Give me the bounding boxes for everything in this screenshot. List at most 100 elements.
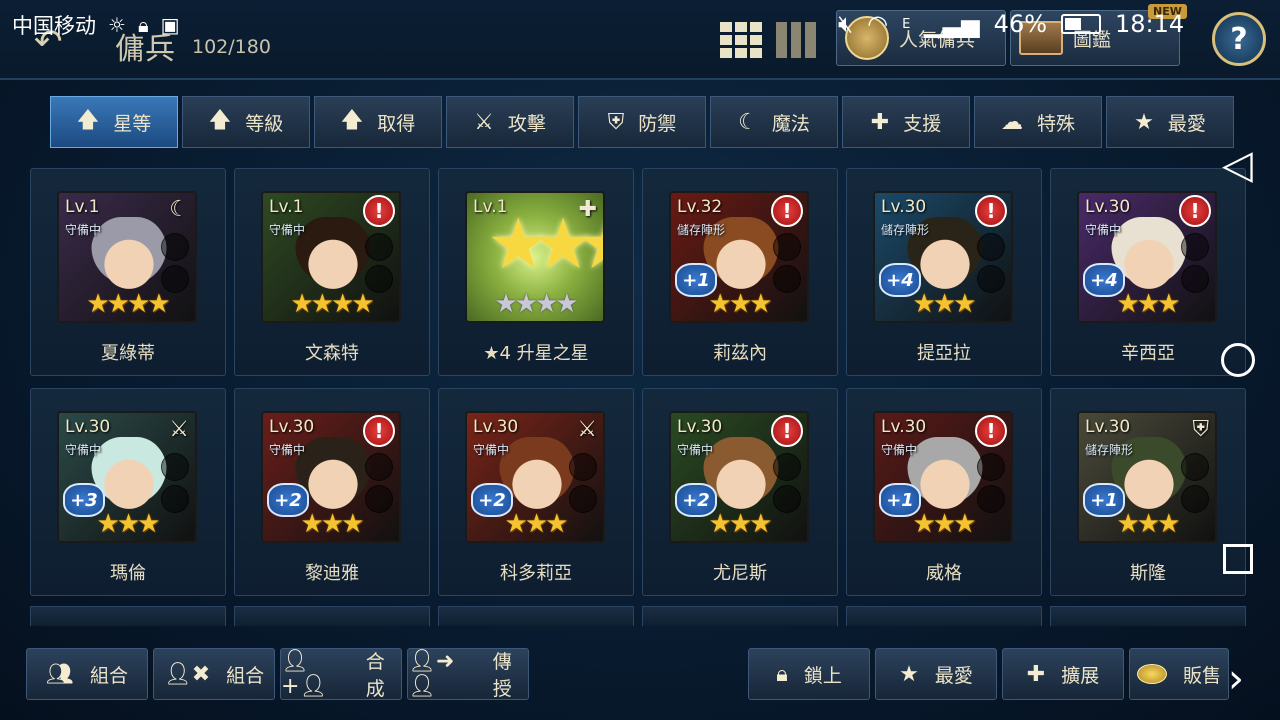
tab-5[interactable]: ☾ 魔法 [710, 96, 838, 148]
help-button[interactable]: ? [1212, 12, 1266, 66]
level-label: Lv.30 [881, 417, 927, 437]
sword-icon: ⚔ [577, 417, 597, 442]
mercenary-portrait: Lv.30 守備中 ⚔ +3 ★★★ [57, 411, 197, 543]
status-label: 守備中 [269, 223, 306, 237]
mercenary-name: 瑪倫 [110, 563, 146, 584]
nav-recent-apps-icon[interactable] [1223, 544, 1253, 574]
wifi-icon: ◠ [867, 10, 889, 38]
alert-icon: ! [771, 415, 803, 447]
fuse-icon: 👤︎+👤︎ [281, 649, 328, 699]
level-label: Lv.30 [269, 417, 315, 437]
mercenary-card[interactable]: Lv.30 守備中 ⚔ +2 ★★★ 科多莉亞 [438, 388, 634, 596]
star-rating: ★★★★ [86, 289, 170, 319]
mercenary-name: 莉茲內 [713, 343, 767, 364]
mercenary-card[interactable]: Lv.1 守備中 ☾ ★★★★ 夏綠蒂 [30, 168, 226, 376]
expand-button[interactable]: ✚ 擴展 [1002, 648, 1124, 700]
arrow-up-icon: 🡅 [76, 108, 100, 133]
sell-button[interactable]: 販售 [1129, 648, 1229, 700]
equipment-slots [1181, 453, 1209, 513]
alert-icon: ! [363, 415, 395, 447]
tab-label: 取得 [377, 112, 416, 135]
mercenary-name: ★4 升星之星 [483, 343, 589, 364]
teach-button[interactable]: 👤︎➜👤︎ 傳授 [407, 648, 529, 700]
status-label: 儲存陣形 [1085, 443, 1134, 457]
grid-view-icon[interactable] [720, 22, 762, 58]
mercenary-portrait: Lv.30 守備中 ⚔ +2 ★★★ [465, 411, 605, 543]
status-bar-right: 🔇︎ ◠ E ▁▃▅ 46% 18:14 [838, 10, 1184, 38]
level-label: Lv.1 [269, 197, 304, 217]
equipment-slots [773, 233, 801, 293]
card-partial [846, 606, 1042, 626]
mercenary-card[interactable]: Lv.30 守備中! +4 ★★★ 辛西亞 [1050, 168, 1246, 376]
mercenary-name: 斯隆 [1130, 563, 1166, 584]
shield-icon: ⛨ [1192, 417, 1209, 442]
lock-icon: 🔒︎ [776, 661, 788, 687]
alert-icon: ! [975, 415, 1007, 447]
star-rating: ★★★ [1116, 509, 1181, 539]
tab-2[interactable]: 🡅 取得 [314, 96, 442, 148]
equipment-slots [977, 453, 1005, 513]
mercenary-portrait: Lv.30 守備中! +4 ★★★ [1077, 191, 1217, 323]
combo-button-1[interactable]: 👥︎ 組合 [26, 648, 148, 700]
alert-icon: ! [771, 195, 803, 227]
level-label: Lv.30 [881, 197, 927, 217]
lock-button[interactable]: 🔒︎ 鎖上 [748, 648, 870, 700]
mercenary-name: 提亞拉 [917, 343, 971, 364]
equipment-slots [1181, 233, 1209, 293]
tab-label: 防禦 [638, 112, 677, 135]
plus-icon: ✚ [1026, 661, 1046, 687]
star-icon: ★ [899, 661, 919, 687]
alert-icon: ! [1179, 195, 1211, 227]
status-label: 守備中 [65, 223, 102, 237]
teach-label: 傳授 [492, 651, 512, 700]
network-type: E [902, 16, 911, 32]
fuse-button[interactable]: 👤︎+👤︎ 合成 [280, 648, 402, 700]
support-icon: ✚ [578, 197, 597, 222]
nav-home-icon[interactable] [1221, 343, 1255, 377]
mercenary-card[interactable]: Lv.32 儲存陣形! +1 ★★★ 莉茲內 [642, 168, 838, 376]
mercenary-portrait: Lv.1 守備中! ★★★★ [261, 191, 401, 323]
mercenary-card[interactable]: ★★★Lv.1✚★★★★ ★4 升星之星 [438, 168, 634, 376]
tab-0[interactable]: 🡅 星等 [50, 96, 178, 148]
mercenary-card[interactable]: Lv.30 守備中! +2 ★★★ 尤尼斯 [642, 388, 838, 596]
mercenary-card[interactable]: Lv.30 守備中! +1 ★★★ 威格 [846, 388, 1042, 596]
signal-icon: ▁▃▅ [924, 10, 980, 38]
sword-icon: ⚔ [169, 417, 189, 442]
equipment-slots [977, 233, 1005, 293]
mercenary-card[interactable]: Lv.1 守備中! ★★★★ 文森特 [234, 168, 430, 376]
favorite-button[interactable]: ★ 最愛 [875, 648, 997, 700]
clock: 18:14 [1115, 10, 1185, 38]
equipment-slots [365, 233, 393, 293]
lock-label: 鎖上 [803, 664, 842, 687]
nav-back-icon[interactable]: ◁ [1222, 142, 1253, 188]
star-rating: ★★★ [708, 289, 773, 319]
sword-icon: ⚔ [474, 109, 494, 135]
arrow-up-icon: 🡅 [208, 108, 232, 133]
mercenary-card[interactable]: Lv.30 儲存陣形! +4 ★★★ 提亞拉 [846, 168, 1042, 376]
mercenary-card[interactable]: Lv.30 守備中 ⚔ +3 ★★★ 瑪倫 [30, 388, 226, 596]
mercenary-card[interactable]: Lv.30 守備中! +2 ★★★ 黎迪雅 [234, 388, 430, 596]
list-view-icon[interactable] [776, 22, 817, 58]
mercenary-name: 威格 [926, 563, 962, 584]
tab-3[interactable]: ⚔ 攻擊 [446, 96, 574, 148]
combo-label-1: 組合 [89, 664, 128, 687]
tab-1[interactable]: 🡅 等級 [182, 96, 310, 148]
tab-8[interactable]: ★ 最愛 [1106, 96, 1234, 148]
star-rating: ★★★★ [290, 289, 374, 319]
status-label: 守備中 [269, 443, 306, 457]
combo-button-2[interactable]: 👤︎✖ 組合 [153, 648, 275, 700]
tab-6[interactable]: ✚ 支援 [842, 96, 970, 148]
mercenary-name: 科多莉亞 [500, 563, 572, 584]
star-item-portrait: ★★★Lv.1✚★★★★ [465, 191, 605, 323]
tab-label: 等級 [245, 112, 284, 135]
tab-7[interactable]: ☁ 特殊 [974, 96, 1102, 148]
mercenary-card[interactable]: Lv.30 儲存陣形 ⛨ +1 ★★★ 斯隆 [1050, 388, 1246, 596]
mercenary-portrait: Lv.1 守備中 ☾ ★★★★ [57, 191, 197, 323]
chevron-right-icon[interactable]: › [1228, 656, 1244, 702]
mute-icon: 🔇︎ [838, 10, 854, 38]
status-label: 儲存陣形 [677, 223, 726, 237]
sell-label: 販售 [1182, 664, 1221, 687]
mercenary-portrait: Lv.30 守備中! +1 ★★★ [873, 411, 1013, 543]
mercenary-portrait: Lv.30 儲存陣形! +4 ★★★ [873, 191, 1013, 323]
tab-4[interactable]: ⛨ 防禦 [578, 96, 706, 148]
